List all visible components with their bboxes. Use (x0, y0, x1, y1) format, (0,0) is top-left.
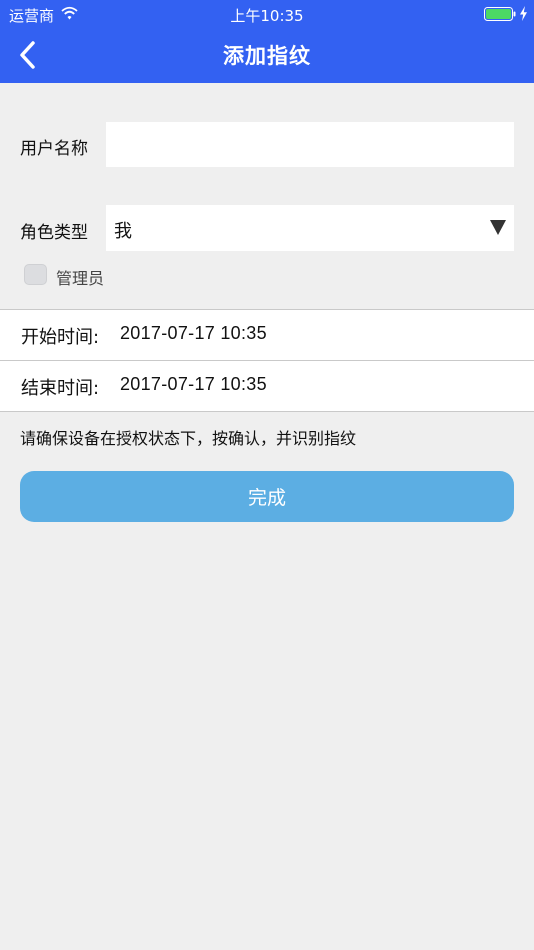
charging-icon (520, 6, 527, 21)
admin-checkbox[interactable] (24, 264, 47, 285)
username-label: 用户名称 (20, 139, 88, 159)
header: 运营商 上午10:35 添加指纹 (0, 0, 534, 83)
nav-bar: 添加指纹 (0, 28, 534, 83)
caret-down-icon (490, 220, 506, 235)
done-button[interactable]: 完成 (20, 471, 514, 522)
role-label: 角色类型 (20, 223, 88, 243)
role-select-value: 我 (114, 221, 132, 242)
end-time-label: 结束时间: (21, 378, 100, 399)
battery-icon (484, 7, 516, 21)
end-time-row[interactable]: 结束时间: 2017-07-17 10:35 (0, 361, 534, 411)
status-bar: 运营商 上午10:35 (0, 0, 534, 28)
status-clock: 上午10:35 (230, 7, 304, 25)
start-time-label: 开始时间: (21, 327, 100, 348)
divider (0, 411, 534, 412)
page-title: 添加指纹 (223, 44, 311, 68)
start-time-row[interactable]: 开始时间: 2017-07-17 10:35 (0, 310, 534, 360)
instruction-text: 请确保设备在授权状态下，按确认，并识别指纹 (20, 429, 357, 448)
username-input[interactable] (106, 122, 514, 167)
admin-checkbox-label: 管理员 (56, 269, 105, 288)
role-select[interactable]: 我 (106, 205, 514, 251)
end-time-value: 2017-07-17 10:35 (120, 374, 267, 394)
start-time-value: 2017-07-17 10:35 (120, 323, 267, 343)
